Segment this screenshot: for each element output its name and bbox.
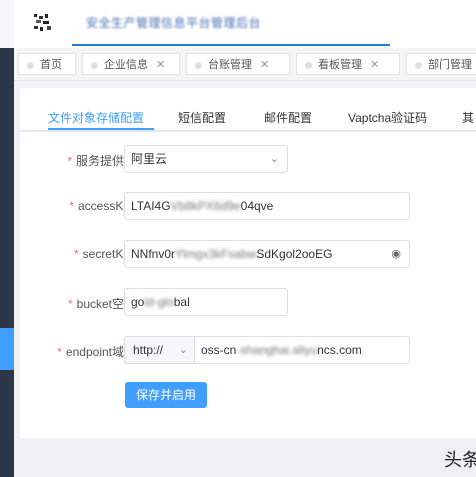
masked-text: Vb8kPX6d9e [170,199,241,213]
required-mark: * [69,199,74,213]
config-card: 文件对象存储配置 短信配置 邮件配置 Vaptcha验证码 其 * 服务提供商 阿… [20,88,476,438]
access-key-input[interactable]: LTAI4GVb8kPX6d9e04qve [124,192,410,220]
tag-label: 首页 [40,59,62,71]
required-mark: * [57,345,62,359]
tag-dot-icon [195,61,202,69]
header-underline [72,44,390,46]
masked-text: -shanghai.aliyu [236,343,318,357]
header-title: 安全生产管理信息平台管理后台 [86,16,262,30]
close-icon[interactable]: ✕ [260,59,269,71]
chevron-down-icon: ⌄ [178,344,188,356]
masked-text: ld-glo [144,295,174,309]
logo-icon [34,14,51,31]
provider-value: 阿里云 [131,152,168,166]
tag-ledger[interactable]: 台账管理 ✕ [186,53,290,75]
tag-label: 台账管理 [208,59,252,71]
tag-dot-icon [91,61,98,69]
chevron-down-icon: ⌄ [269,153,279,165]
tag-label: 部门管理 [428,59,472,71]
required-mark: * [67,154,72,168]
provider-select[interactable]: 阿里云 ⌄ [124,145,288,173]
footer-area [14,440,476,477]
watermark: 头条 [444,450,476,470]
tag-company-info[interactable]: 企业信息 ✕ [82,53,180,75]
sidebar [0,0,14,477]
tag-dot-icon [27,61,34,69]
tab-email[interactable]: 邮件配置 [264,109,312,126]
eye-icon[interactable]: ◉ [391,241,401,267]
endpoint-value-end: ncs.com [317,343,362,357]
endpoint-value-start: oss-cn [201,343,237,357]
tag-department[interactable]: 部门管理 [406,53,476,75]
sidebar-top [0,0,14,48]
endpoint-input[interactable]: oss-cn-shanghai.aliyuncs.com [194,336,410,364]
tab-vaptcha[interactable]: Vaptcha验证码 [348,109,427,126]
tag-label: 看板管理 [318,59,362,71]
tags-bar: 首页 企业信息 ✕ 台账管理 ✕ 看板管理 ✕ 部门管理 [14,48,476,81]
tag-dashboard[interactable]: 看板管理 ✕ [296,53,400,75]
sidebar-active-item[interactable] [0,328,14,370]
close-icon[interactable]: ✕ [370,59,379,71]
secret-key-value-start: NNfnv0r [131,247,176,261]
required-mark: * [67,297,73,311]
bucket-input[interactable]: gold-global [124,288,288,316]
tab-sms[interactable]: 短信配置 [178,109,226,126]
active-tab-indicator [48,128,154,130]
required-mark: * [73,247,79,261]
close-icon[interactable]: ✕ [156,59,165,71]
tag-home[interactable]: 首页 [18,53,76,75]
tag-dot-icon [415,61,422,69]
tag-dot-icon [305,61,312,69]
tab-oss[interactable]: 文件对象存储配置 [48,109,144,126]
bucket-value-end: bal [173,295,190,309]
header: 安全生产管理信息平台管理后台 [14,0,476,49]
save-and-enable-button[interactable]: 保存并启用 [125,382,207,408]
secret-key-input[interactable]: NNfnv0rYlmgx3kFsabwSdKgol2ooEG ◉ [124,240,410,268]
access-key-value-start: LTAI4G [131,199,171,213]
config-tabs: 文件对象存储配置 短信配置 邮件配置 Vaptcha验证码 其 [20,88,476,132]
secret-key-value-end: SdKgol2ooEG [256,247,333,261]
bucket-value-start: go [131,295,145,309]
tab-more[interactable]: 其 [462,109,474,126]
access-key-value-end: 04qve [240,199,274,213]
protocol-value: http:// [133,343,164,357]
tag-label: 企业信息 [104,59,148,71]
protocol-select[interactable]: http:// ⌄ [124,336,194,364]
masked-text: Ylmgx3kFsabw [175,247,257,261]
